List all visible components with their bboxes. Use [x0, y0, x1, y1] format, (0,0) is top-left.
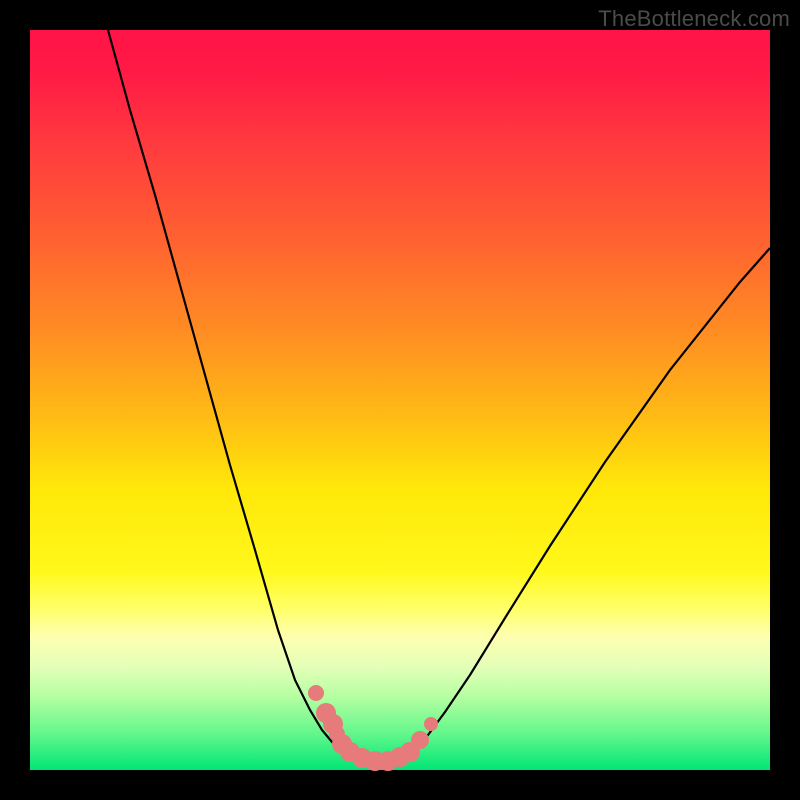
curve-path	[108, 30, 770, 762]
plot-area	[30, 30, 770, 770]
curve-layer	[30, 30, 770, 770]
watermark-text: TheBottleneck.com	[598, 6, 790, 32]
data-dot	[424, 717, 438, 731]
chart-frame: TheBottleneck.com	[0, 0, 800, 800]
data-dot	[411, 731, 429, 749]
dot-group	[308, 685, 438, 771]
data-dot	[308, 685, 324, 701]
